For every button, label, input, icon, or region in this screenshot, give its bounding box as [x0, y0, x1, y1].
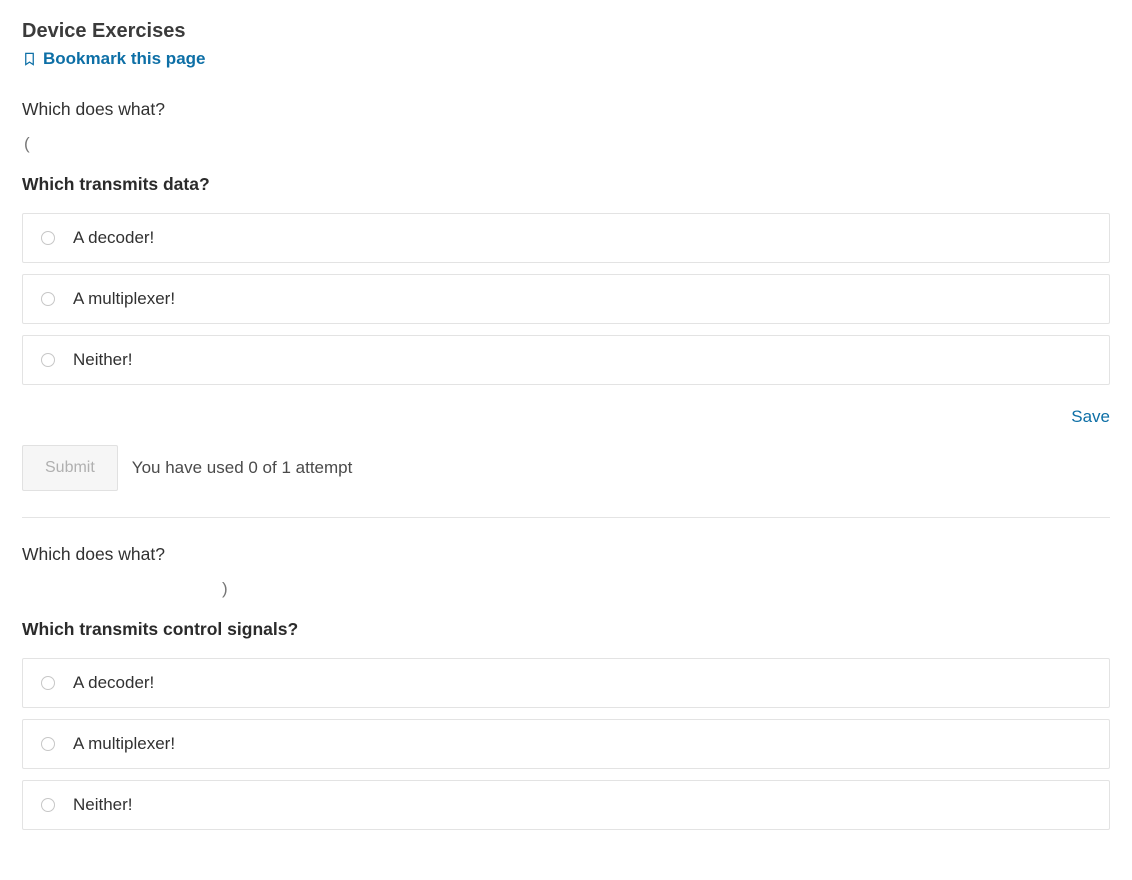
submit-row: Submit You have used 0 of 1 attempt: [22, 445, 1110, 491]
divider: [22, 517, 1110, 518]
choice-label: A decoder!: [73, 673, 154, 693]
question-prompt: Which transmits control signals?: [22, 619, 1110, 640]
question-block: Which does what? ( Which transmits data?…: [22, 99, 1110, 491]
save-row: Save: [22, 407, 1110, 427]
choice-label: Neither!: [73, 795, 133, 815]
attempts-text: You have used 0 of 1 attempt: [132, 458, 353, 478]
choice-option[interactable]: A multiplexer!: [22, 274, 1110, 324]
question-group-label: Which does what?: [22, 544, 1110, 565]
choice-label: Neither!: [73, 350, 133, 370]
choice-radio[interactable]: [41, 292, 55, 306]
choice-option[interactable]: A multiplexer!: [22, 719, 1110, 769]
choice-radio[interactable]: [41, 798, 55, 812]
question-paren: (: [22, 134, 1110, 154]
bookmark-icon: [22, 50, 37, 68]
choice-radio[interactable]: [41, 231, 55, 245]
choice-option[interactable]: A decoder!: [22, 658, 1110, 708]
choice-option[interactable]: Neither!: [22, 335, 1110, 385]
question-group-label: Which does what?: [22, 99, 1110, 120]
choice-label: A multiplexer!: [73, 734, 175, 754]
choice-radio[interactable]: [41, 353, 55, 367]
submit-button[interactable]: Submit: [22, 445, 118, 491]
choice-radio[interactable]: [41, 676, 55, 690]
question-paren: ): [22, 579, 1110, 599]
bookmark-link[interactable]: Bookmark this page: [22, 49, 206, 69]
bookmark-label: Bookmark this page: [43, 49, 206, 69]
choice-option[interactable]: A decoder!: [22, 213, 1110, 263]
choice-option[interactable]: Neither!: [22, 780, 1110, 830]
choice-label: A multiplexer!: [73, 289, 175, 309]
choice-radio[interactable]: [41, 737, 55, 751]
page-title: Device Exercises: [22, 20, 1110, 43]
save-link[interactable]: Save: [1071, 407, 1110, 427]
choice-label: A decoder!: [73, 228, 154, 248]
question-prompt: Which transmits data?: [22, 174, 1110, 195]
question-block: Which does what? ) Which transmits contr…: [22, 544, 1110, 830]
